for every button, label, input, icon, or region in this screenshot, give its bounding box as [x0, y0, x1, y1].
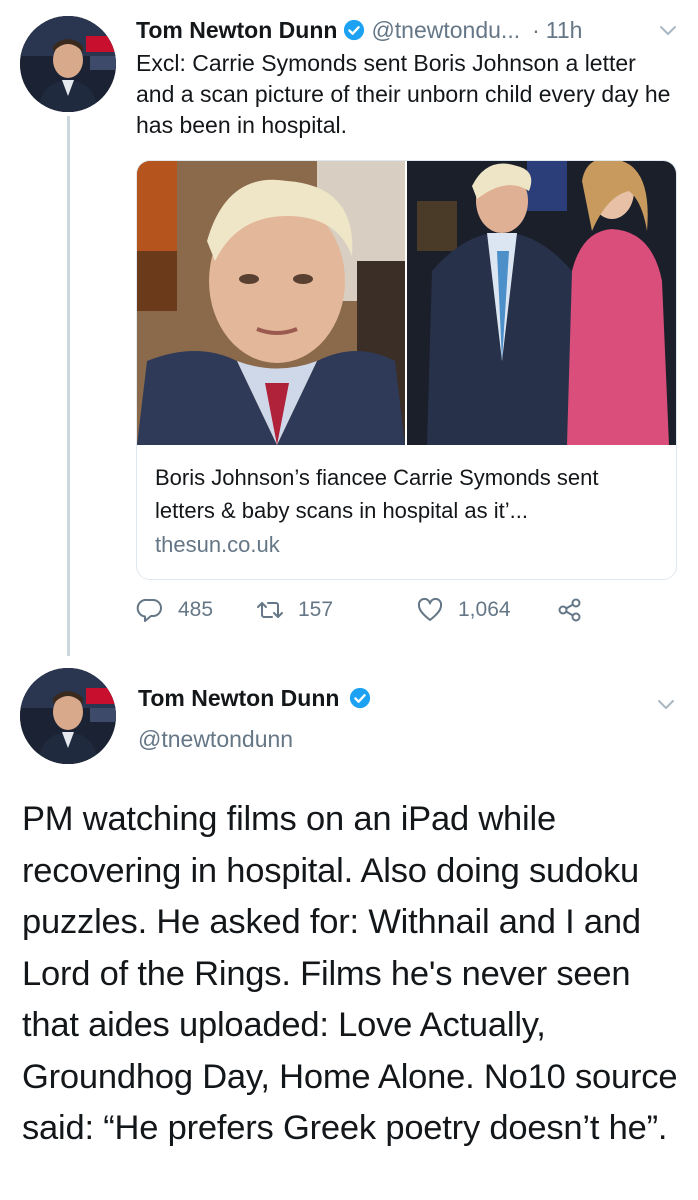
tweet-text: PM watching films on an iPad while recov… — [22, 800, 678, 1147]
card-domain: thesun.co.uk — [155, 532, 280, 557]
author-name[interactable]: Tom Newton Dunn — [138, 685, 339, 712]
author-handle[interactable]: @tnewtondu... — [371, 17, 520, 44]
tweet-text: Excl: Carrie Symonds sent Boris Johnson … — [136, 50, 671, 138]
tweet-header: Tom Newton Dunn @tnewtondu... · 11h — [136, 12, 684, 48]
tweet-timestamp[interactable]: 11h — [546, 17, 583, 44]
reply-count: 485 — [178, 598, 214, 621]
tweet-action-bar: 485 157 1,064 — [136, 596, 616, 630]
card-title[interactable]: Boris Johnson’s fiancee Carrie Symonds s… — [155, 461, 655, 527]
retweet-count: 157 — [298, 598, 334, 621]
author-name[interactable]: Tom Newton Dunn — [136, 17, 337, 44]
retweet-icon — [256, 596, 298, 624]
verified-badge-icon — [349, 687, 371, 709]
like-button[interactable]: 1,064 — [416, 596, 511, 624]
thread-connector-line — [67, 116, 70, 656]
avatar[interactable] — [20, 668, 116, 764]
card-image-left — [137, 161, 405, 445]
separator-dot: · — [532, 16, 540, 43]
retweet-button[interactable]: 157 — [256, 596, 333, 624]
author-handle[interactable]: @tnewtondunn — [138, 726, 293, 753]
share-icon — [556, 596, 598, 624]
reply-icon — [136, 596, 178, 624]
avatar[interactable] — [20, 16, 116, 112]
tweet-header: Tom Newton Dunn — [138, 680, 377, 716]
chevron-down-icon[interactable] — [654, 692, 678, 716]
reply-button[interactable]: 485 — [136, 596, 213, 624]
verified-badge-icon — [343, 19, 365, 41]
card-image-right — [407, 161, 676, 445]
card-image-collage — [137, 161, 676, 445]
like-icon — [416, 596, 458, 624]
share-button[interactable] — [556, 596, 598, 624]
like-count: 1,064 — [458, 598, 511, 621]
link-card[interactable]: Boris Johnson’s fiancee Carrie Symonds s… — [136, 160, 677, 580]
chevron-down-icon[interactable] — [656, 18, 680, 42]
